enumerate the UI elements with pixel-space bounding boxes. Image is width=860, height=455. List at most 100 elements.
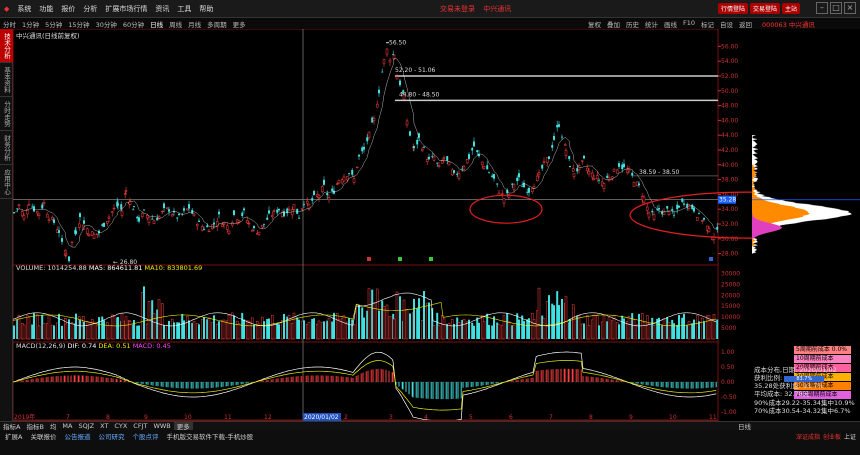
candle-body-up (442, 157, 446, 159)
period-tab-1min[interactable]: 1分钟 (19, 19, 42, 29)
volume-label: VOLUME: 1014254.88 (16, 264, 87, 272)
volume-bar-down (253, 324, 255, 339)
menu-item-extended-market[interactable]: 扩展市场行情 (101, 4, 151, 14)
adjust-button[interactable]: 复权 (585, 19, 604, 29)
quote-login-button[interactable]: 行情登陆 (717, 3, 748, 14)
candle-body-down (621, 164, 624, 170)
sidebar-tab-finance[interactable]: 财务分析 (0, 131, 13, 165)
volume-bar-up (355, 303, 359, 340)
candle-body-up (152, 220, 156, 225)
candle-body-up (107, 216, 111, 219)
candle-body-down (569, 166, 571, 168)
history-button[interactable]: 历史 (623, 19, 642, 29)
menu-item-tools[interactable]: 工具 (173, 4, 195, 14)
indicator-tab-cyx[interactable]: CYX (111, 422, 130, 430)
custom-button[interactable]: 自设 (717, 19, 736, 29)
status-gem[interactable]: 创业板 (823, 432, 841, 441)
period-tab-daily[interactable]: 日线 (147, 19, 166, 29)
left-sidebar: 技术分析 基本资料 分时走势 财务分析 应用中心 (0, 29, 13, 429)
status-sse[interactable]: 上证 (844, 432, 856, 441)
candle-body-down (558, 124, 560, 127)
sidebar-tab-technical[interactable]: 技术分析 (0, 29, 13, 63)
period-tab-intraday[interactable]: 分时 (0, 19, 19, 29)
candle-body-down (548, 156, 550, 160)
candle-body-down (658, 208, 660, 210)
candle-body-down (298, 217, 300, 219)
period-tab-60min[interactable]: 60分钟 (120, 19, 147, 29)
period-tab-15min[interactable]: 15分钟 (65, 19, 92, 29)
candle-body-up (457, 173, 461, 179)
indicator-tab-sqjz[interactable]: SQJZ (75, 422, 97, 430)
y-tick-label-volume: 15000 (721, 303, 740, 310)
y-tick-label-main: 32.00 (721, 221, 738, 228)
volume-bar-down (143, 286, 145, 339)
trade-login-button[interactable]: 交易登陆 (749, 3, 780, 14)
sidebar-tab-apps[interactable]: 应用中心 (0, 165, 13, 199)
bottom-link-announcements[interactable]: 公告报道 (62, 431, 92, 441)
candle-body-down (428, 156, 430, 160)
draw-button[interactable]: 画线 (661, 19, 680, 29)
bottom-link-ext-a[interactable]: 扩展A (3, 431, 24, 441)
bottom-link-related-quote[interactable]: 关联报价 (28, 431, 58, 441)
mark-button[interactable]: 标记 (698, 19, 717, 29)
x-tick-label: 10 (184, 414, 192, 421)
volume-bar-up (432, 325, 436, 340)
back-button[interactable]: 返回 (736, 19, 755, 29)
period-tab-5min[interactable]: 5分钟 (42, 19, 65, 29)
menu-item-function[interactable]: 功能 (35, 4, 57, 14)
period-tab-weekly[interactable]: 周线 (166, 19, 185, 29)
candle-body-down (58, 230, 60, 233)
candle-body-down (446, 156, 449, 161)
volume-bar-up (107, 325, 111, 340)
volume-bar-up (627, 315, 631, 340)
kline-chart[interactable]: 56.0054.0052.0050.0048.0046.0044.0042.00… (13, 29, 752, 421)
candle-body-up (642, 196, 646, 203)
period-tab-more[interactable]: 更多 (230, 19, 249, 29)
menu-item-system[interactable]: 系统 (13, 4, 35, 14)
volume-bar-up (185, 316, 189, 340)
period-tab-30min[interactable]: 30分钟 (93, 19, 120, 29)
candle-body-up (402, 94, 406, 100)
bottom-link-comments[interactable]: 个股点评 (130, 431, 160, 441)
candle-body-down (568, 156, 571, 160)
overlay-button[interactable]: 叠加 (604, 19, 623, 29)
menu-item-analysis[interactable]: 分析 (79, 4, 101, 14)
volume-bar-down (241, 312, 244, 339)
volume-bar-down (471, 322, 474, 339)
period-tab-monthly[interactable]: 月线 (185, 19, 204, 29)
x-tick-label: 2020/01/02 (304, 414, 339, 421)
candle-body-up (382, 59, 386, 64)
bottom-link-mobile[interactable]: 手机版交易软件下载-手机炒股 (164, 431, 255, 441)
sidebar-tab-basic[interactable]: 基本资料 (0, 63, 13, 97)
status-szse[interactable]: 深证成指 (796, 432, 820, 441)
f10-button[interactable]: F10 (680, 19, 698, 29)
x-tick-label: 2 (344, 414, 348, 421)
candle-body-up (480, 161, 484, 166)
candle-body-up (192, 213, 196, 216)
sidebar-tab-intraday[interactable]: 分时走势 (0, 97, 13, 131)
y-tick-label-main: 34.00 (721, 206, 738, 213)
volume-bar-down (313, 318, 315, 339)
candle-body-up (425, 159, 429, 162)
menu-item-info[interactable]: 资讯 (151, 4, 173, 14)
maximize-icon[interactable]: □ (830, 2, 842, 14)
stats-button[interactable]: 统计 (642, 19, 661, 29)
volume-bar-down (478, 322, 480, 339)
indicator-tab-cfjt[interactable]: CFJT (130, 422, 150, 430)
volume-bar-down (58, 313, 60, 339)
volume-bar-up (280, 320, 284, 340)
candle-body-up (225, 225, 229, 230)
minimize-icon[interactable]: – (816, 2, 828, 14)
bottom-link-research[interactable]: 公司研究 (96, 431, 126, 441)
indicator-tab-wwb[interactable]: WWB (150, 422, 173, 430)
indicator-tab-ma[interactable]: MA (59, 422, 75, 430)
menu-item-help[interactable]: 帮助 (195, 4, 217, 14)
volume-bar-up (160, 303, 164, 340)
indicator-tab-xt[interactable]: XT (97, 422, 111, 430)
candle-body-up (342, 176, 346, 182)
volume-bar-down (263, 321, 265, 339)
main-station-button[interactable]: 主站 (781, 3, 800, 14)
period-tab-multi[interactable]: 多周期 (204, 19, 230, 29)
menu-item-quote[interactable]: 报价 (57, 4, 79, 14)
close-icon[interactable]: × (844, 2, 856, 14)
